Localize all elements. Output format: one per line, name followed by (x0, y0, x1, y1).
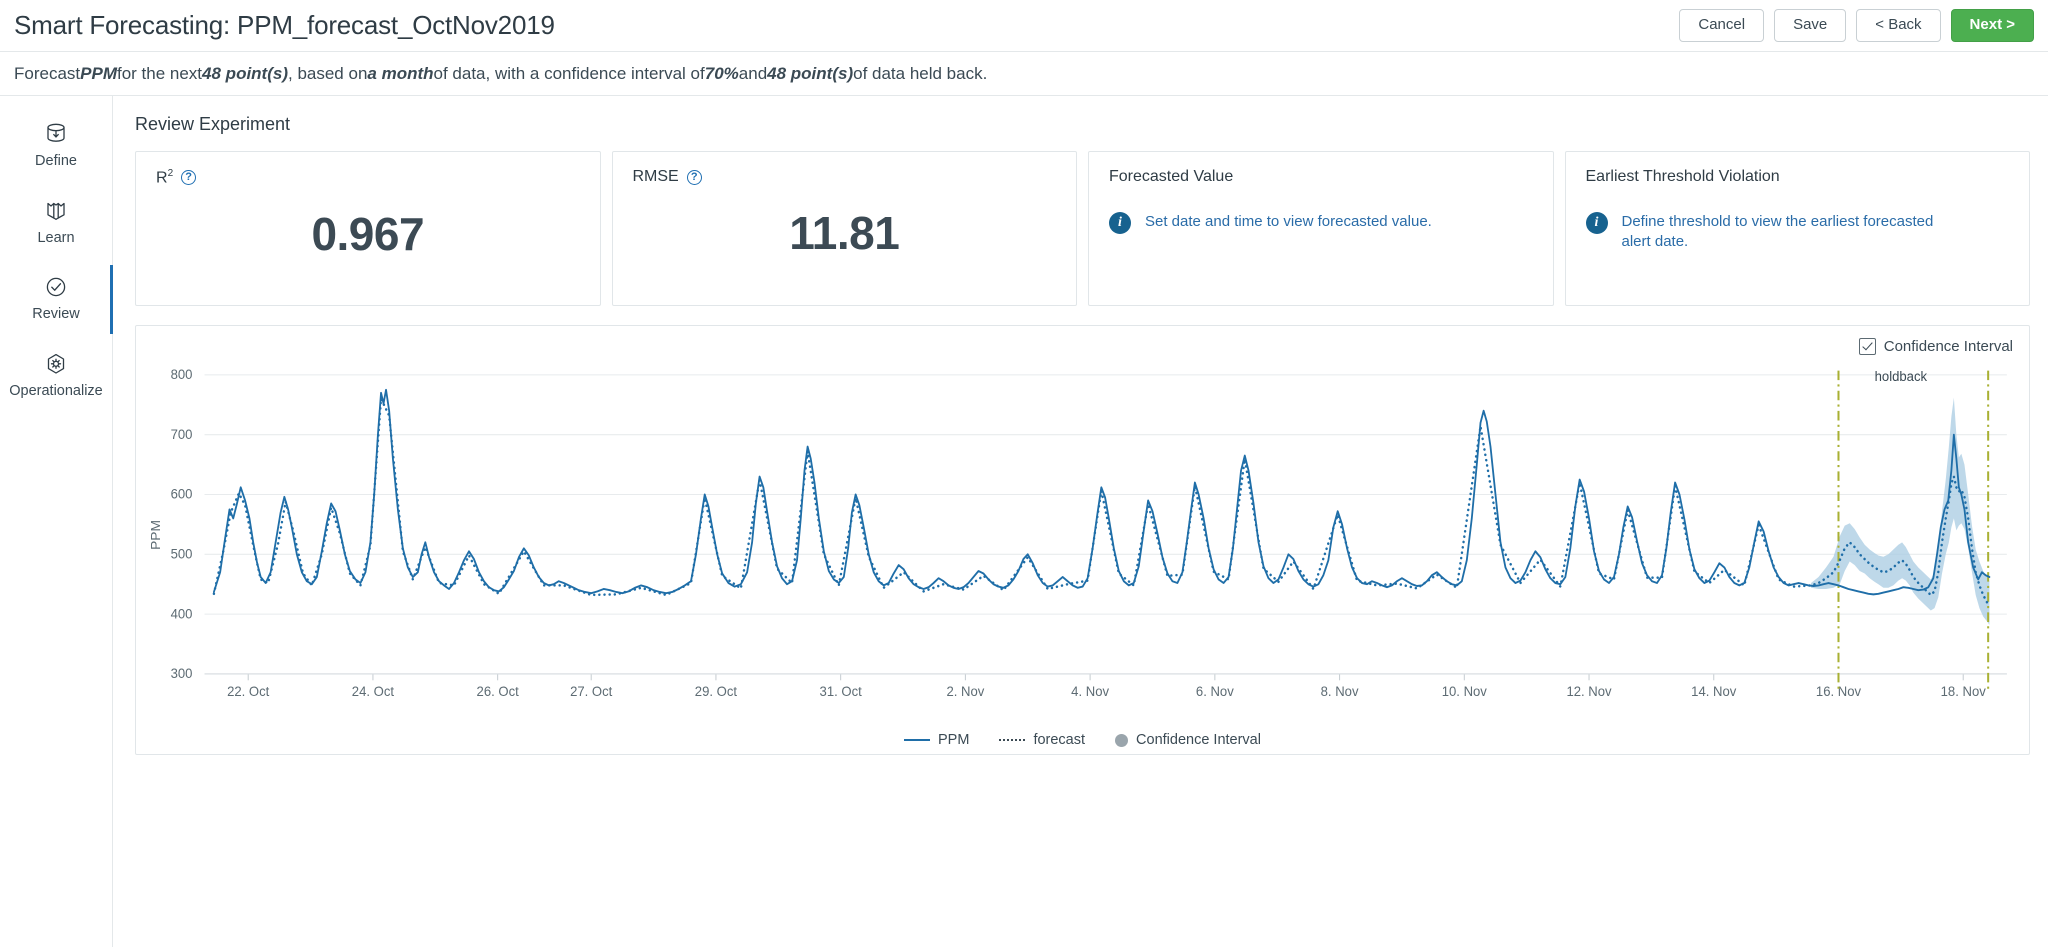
svg-text:300: 300 (171, 666, 193, 681)
svg-text:500: 500 (171, 546, 193, 561)
dotted-line-icon (999, 739, 1026, 741)
legend-label-forecast: forecast (1033, 732, 1086, 748)
timeseries-chart[interactable]: 300 400 500 600 700 800 PPM 22. Oct 24. Oct 26. O… (144, 360, 2021, 710)
svg-text:16. Nov: 16. Nov (1816, 684, 1861, 699)
checkbox-icon[interactable] (1858, 338, 1876, 355)
svg-text:26. Oct: 26. Oct (477, 684, 519, 699)
confidence-interval-checkbox[interactable]: Confidence Interval (1858, 338, 2013, 355)
confidence-interval-label: Confidence Interval (1883, 338, 2013, 355)
sidebar-item-label-review: Review (32, 306, 80, 322)
desc-target: PPM (80, 63, 117, 83)
r2-card-title: R2 ? (156, 168, 580, 187)
help-icon-r2[interactable]: ? (181, 170, 197, 186)
chart-plot-area: 300 400 500 600 700 800 PPM 22. Oct 24. Oct 26. O… (144, 360, 2021, 710)
sidebar-item-label-learn: Learn (37, 229, 75, 246)
section-title: Review Experiment (135, 114, 291, 134)
solid-line-icon (904, 739, 931, 741)
svg-text:holdback: holdback (1875, 369, 1928, 384)
r2-card: R2 ? 0.967 (135, 151, 601, 306)
forecast-chart-panel: Confidence Interval 300 400 500 600 700 800 PP… (135, 325, 2030, 755)
earliest-threshold-violation-note: i Define threshold to view the earliest … (1585, 212, 2010, 253)
svg-text:400: 400 (171, 606, 193, 621)
desc-horizon: 48 point(s) (202, 63, 288, 83)
sidebar-item-learn[interactable]: Learn (0, 185, 112, 262)
circle-marker-icon (1115, 733, 1129, 747)
sidebar-item-review[interactable]: Review (0, 261, 113, 338)
forecasted-value-title: Forecasted Value (1109, 168, 1234, 185)
desc-mid2: , based on (288, 63, 368, 83)
cancel-button[interactable]: Cancel (1679, 9, 1765, 42)
desc-confidence: 70% (704, 63, 739, 83)
svg-text:22. Oct: 22. Oct (227, 684, 269, 699)
chart-legend: PPM forecast Confidence Interval (136, 732, 2029, 748)
svg-text:31. Oct: 31. Oct (820, 684, 862, 699)
back-button[interactable]: < Back (1856, 9, 1941, 42)
next-button[interactable]: Next > (1950, 9, 2034, 42)
legend-item-ppm[interactable]: PPM (904, 732, 969, 748)
desc-suffix: of data held back. (853, 63, 988, 83)
main-content: Review Experiment R2 ? 0.967 RMSE ? 11.8… (113, 96, 2048, 947)
sidebar-item-label-operationalize: Operationalize (9, 382, 103, 399)
info-icon-threshold: i (1585, 212, 1608, 234)
legend-label-ppm: PPM (938, 732, 970, 748)
svg-text:14. Nov: 14. Nov (1691, 684, 1736, 699)
svg-text:800: 800 (171, 367, 193, 382)
svg-text:12. Nov: 12. Nov (1566, 684, 1611, 699)
hexagon-gear-icon (43, 351, 69, 377)
svg-text:2. Nov: 2. Nov (946, 684, 984, 699)
rmse-card-title: RMSE ? (633, 168, 1057, 186)
forecasted-value-note: i Set date and time to view forecasted v… (1109, 212, 1533, 234)
svg-text:29. Oct: 29. Oct (695, 684, 737, 699)
desc-window: a month (367, 63, 434, 83)
svg-text:10. Nov: 10. Nov (1442, 684, 1487, 699)
forecasted-value-note-text[interactable]: Set date and time to view forecasted val… (1145, 212, 1432, 232)
svg-text:600: 600 (171, 486, 193, 501)
svg-text:6. Nov: 6. Nov (1196, 684, 1234, 699)
legend-item-confidence-interval[interactable]: Confidence Interval (1115, 732, 1261, 748)
r2-value: 0.967 (311, 208, 425, 261)
desc-mid4: and (738, 63, 768, 83)
desc-mid3: of data, with a confidence interval of (433, 63, 705, 83)
r2-label: R2 (156, 168, 174, 187)
check-circle-icon (43, 274, 69, 300)
desc-prefix: Forecast (14, 63, 81, 83)
info-icon-forecasted-value: i (1109, 212, 1131, 234)
forecast-description: Forecast PPM for the next 48 point(s) , … (0, 52, 2048, 96)
rmse-value: 11.81 (789, 207, 900, 259)
svg-text:24. Oct: 24. Oct (352, 684, 394, 699)
r2-superscript: 2 (167, 168, 174, 179)
rmse-label: RMSE (632, 168, 679, 185)
forecasted-value-card: Forecasted Value i Set date and time to … (1088, 151, 1554, 306)
sidebar-item-operationalize[interactable]: Operationalize (0, 338, 112, 415)
earliest-threshold-violation-title: Earliest Threshold Violation (1585, 168, 1780, 185)
page-title: Smart Forecasting: PPM_forecast_OctNov20… (14, 10, 555, 40)
app-header: Smart Forecasting: PPM_forecast_OctNov20… (0, 0, 2048, 52)
header-actions: Cancel Save < Back Next > (1679, 9, 2034, 42)
svg-text:27. Oct: 27. Oct (570, 684, 612, 699)
svg-text:8. Nov: 8. Nov (1321, 684, 1359, 699)
metrics-cards-row: R2 ? 0.967 RMSE ? 11.81 Forecasted Value… (113, 151, 2048, 306)
svg-text:700: 700 (171, 427, 193, 442)
book-icon (43, 198, 69, 224)
save-button[interactable]: Save (1774, 9, 1847, 42)
legend-label-confidence-interval: Confidence Interval (1136, 732, 1261, 748)
sidebar-item-label-define: Define (35, 153, 77, 169)
rmse-card: RMSE ? 11.81 (611, 151, 1077, 306)
help-icon-rmse[interactable]: ? (686, 169, 702, 185)
database-icon (43, 121, 69, 147)
desc-holdback: 48 point(s) (767, 63, 854, 83)
earliest-threshold-violation-card: Earliest Threshold Violation i Define th… (1564, 151, 2030, 306)
svg-text:18. Nov: 18. Nov (1941, 684, 1986, 699)
sidebar-item-define[interactable]: Define (0, 108, 112, 185)
workflow-sidebar: Define Learn Review Operationalize (0, 96, 113, 947)
desc-mid1: for the next (116, 63, 203, 83)
threshold-note-text[interactable]: Define threshold to view the earliest fo… (1622, 212, 1942, 253)
svg-text:PPM: PPM (148, 520, 163, 550)
svg-text:4. Nov: 4. Nov (1071, 684, 1109, 699)
legend-item-forecast[interactable]: forecast (999, 732, 1085, 748)
